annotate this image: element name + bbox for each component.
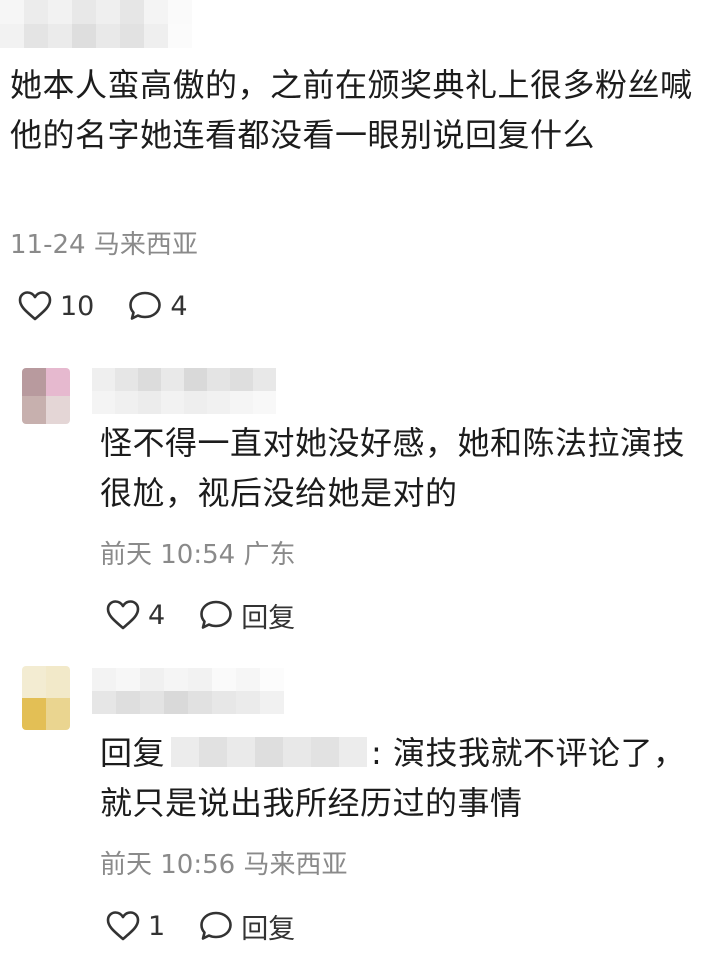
speech-bubble-icon — [199, 599, 233, 631]
avatar[interactable] — [22, 666, 70, 730]
reply-actions: 4 回复 — [106, 595, 329, 635]
speech-bubble-icon — [128, 290, 162, 322]
reply-meta: 前天 10:54 广东 — [100, 540, 296, 570]
reply-button[interactable]: 回复 — [199, 907, 295, 946]
like-button[interactable]: 1 — [106, 910, 165, 942]
reply-count-button[interactable]: 4 — [128, 290, 188, 322]
blurred-username[interactable] — [92, 368, 276, 414]
comment-meta: 11-24 马来西亚 — [10, 230, 198, 260]
reply-label: 回复 — [241, 913, 296, 945]
blurred-mention[interactable] — [171, 737, 368, 767]
blurred-username[interactable] — [92, 668, 284, 714]
reply-label: 回复 — [241, 602, 296, 634]
comment-actions: 10 4 — [18, 286, 222, 326]
reply-prefix: 回复 — [100, 734, 166, 772]
like-count: 4 — [148, 599, 166, 631]
reply-button[interactable]: 回复 — [199, 596, 295, 635]
heart-outline-icon — [106, 599, 140, 631]
reply-actions: 1 回复 — [106, 906, 329, 946]
like-button[interactable]: 10 — [18, 290, 94, 322]
heart-outline-icon — [18, 290, 52, 322]
like-count: 10 — [60, 290, 95, 322]
heart-outline-icon — [106, 910, 140, 942]
speech-bubble-icon — [199, 910, 233, 942]
like-count: 1 — [148, 910, 166, 942]
avatar[interactable] — [22, 368, 70, 424]
reply-count: 4 — [170, 290, 188, 322]
reply-meta: 前天 10:56 马来西亚 — [100, 850, 348, 880]
like-button[interactable]: 4 — [106, 599, 165, 631]
reply-text: 怪不得一直对她没好感，她和陈法拉演技很尬，视后没给她是对的 — [100, 424, 686, 512]
comment-text: 她本人蛮高傲的，之前在颁奖典礼上很多粉丝喊他的名字她连看都没看一眼别说回复什么 — [10, 66, 693, 154]
reply-text: 回复: 演技我就不评论了，就只是说出我所经历过的事情 — [100, 728, 690, 828]
blurred-username[interactable] — [0, 0, 192, 48]
